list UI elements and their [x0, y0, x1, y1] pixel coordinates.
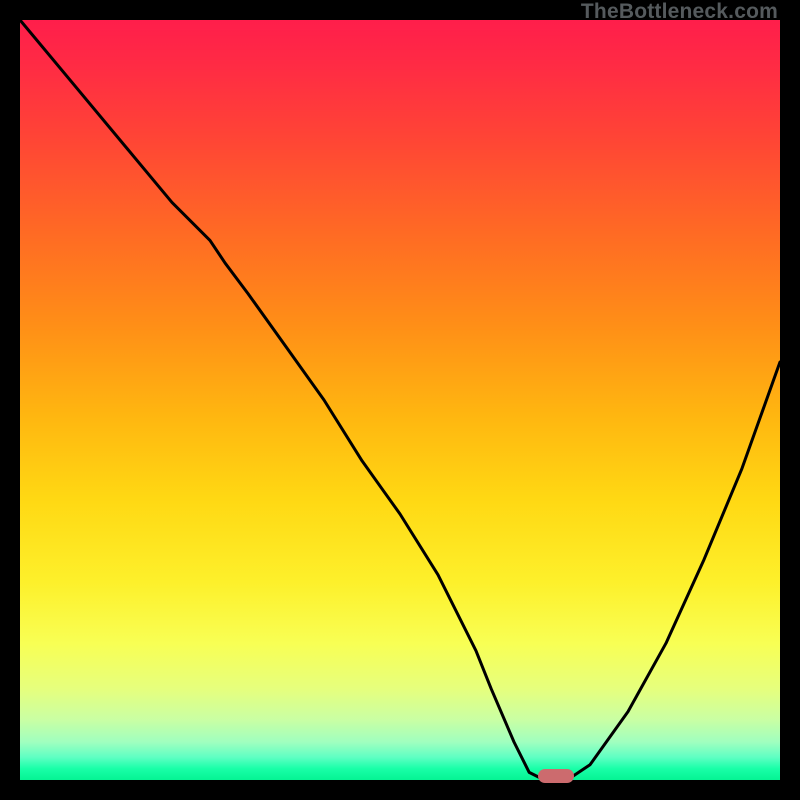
- gradient-plot-area: [20, 20, 780, 780]
- optimal-marker: [538, 769, 574, 783]
- chart-frame: TheBottleneck.com: [0, 0, 800, 800]
- watermark-text: TheBottleneck.com: [581, 0, 778, 24]
